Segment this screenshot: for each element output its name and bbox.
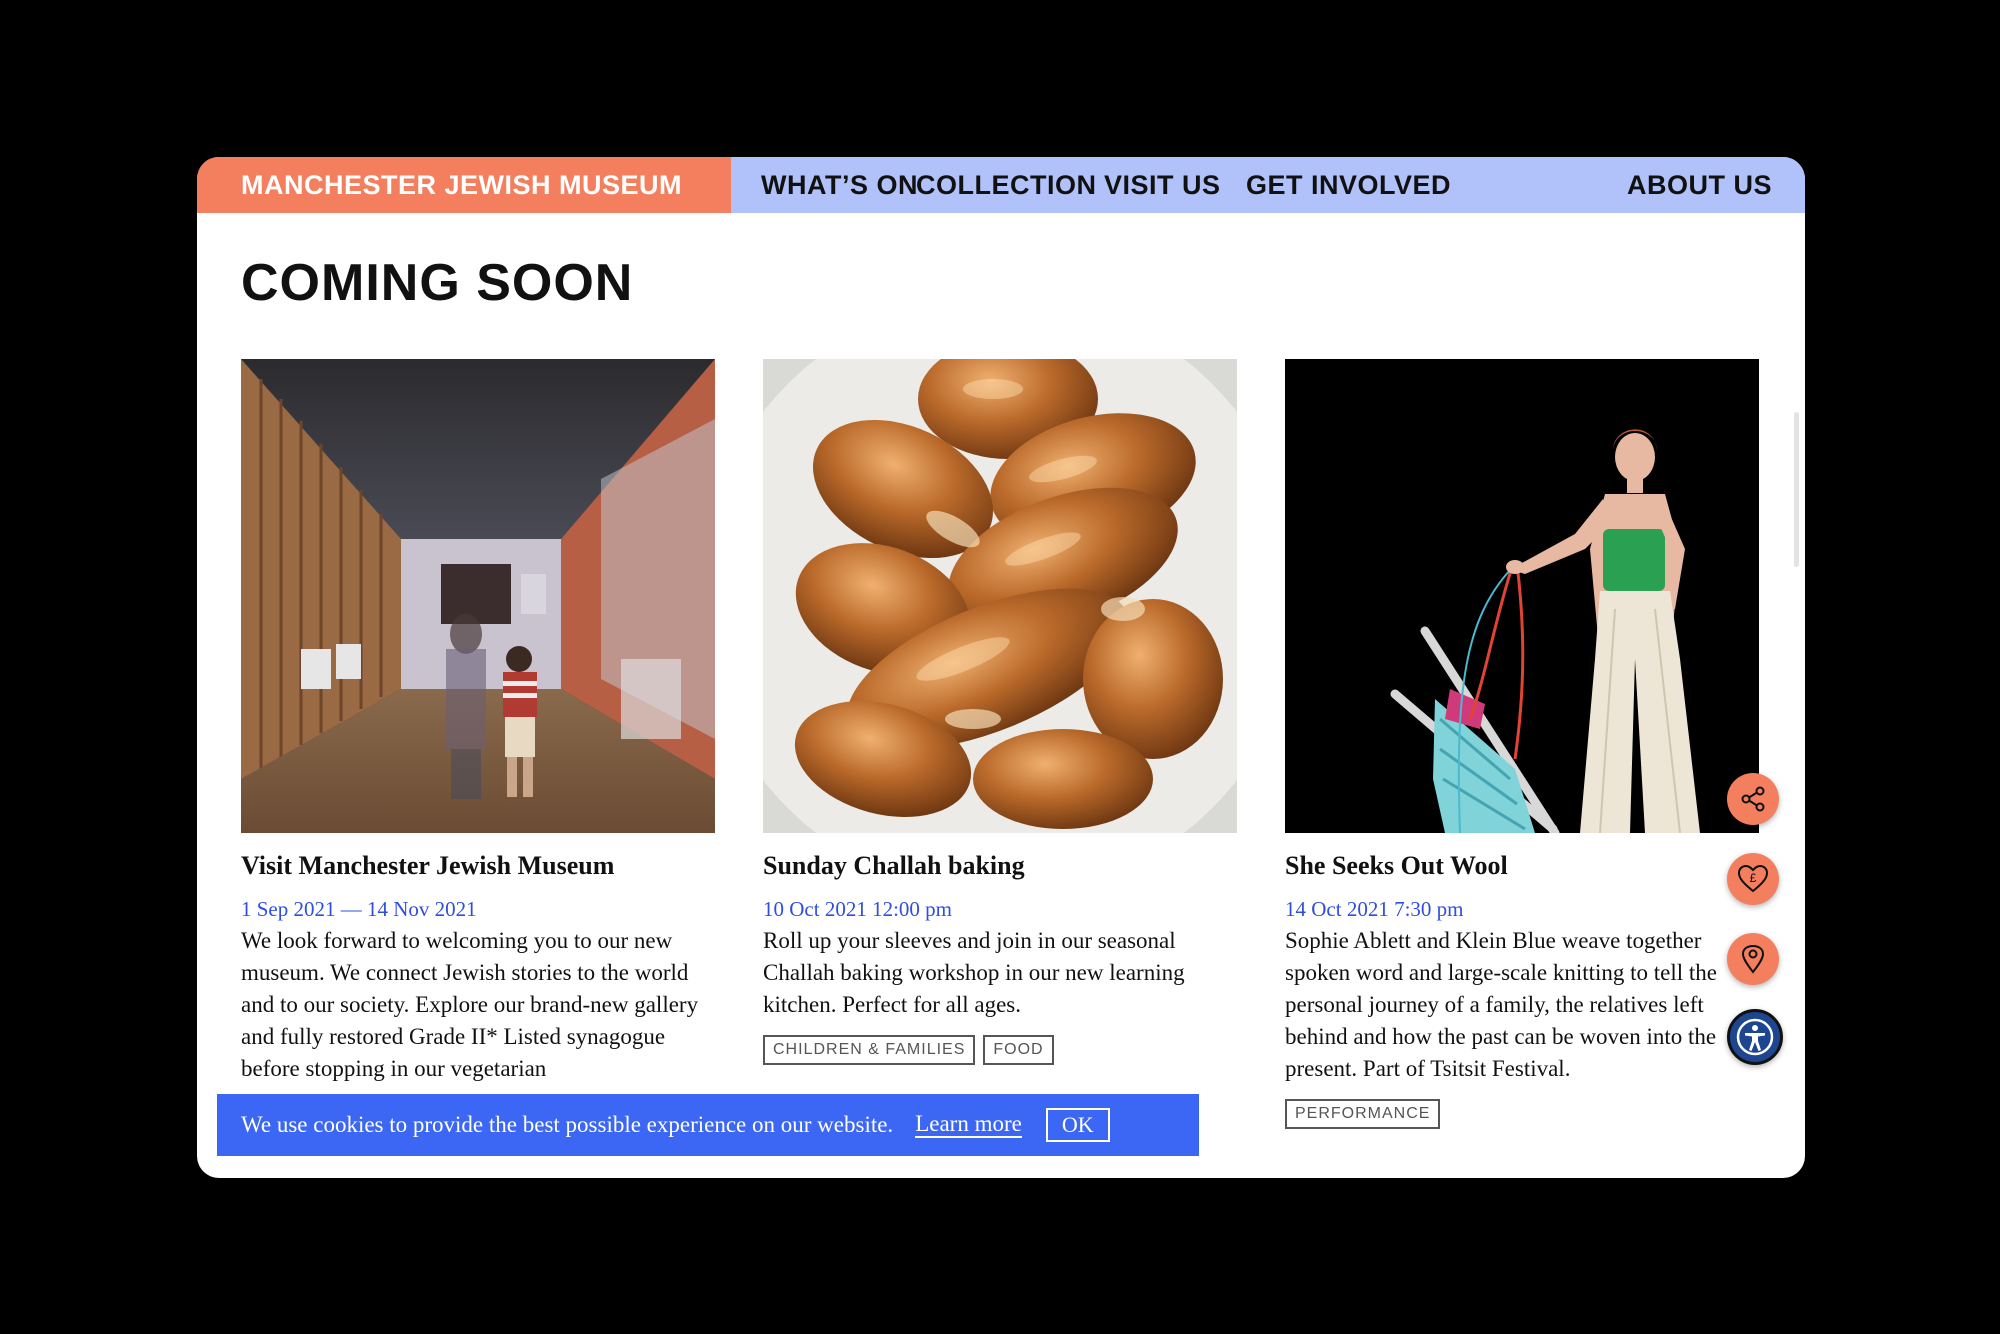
cookie-message: We use cookies to provide the best possi… bbox=[241, 1112, 894, 1137]
nav-collection[interactable]: COLLECTION bbox=[916, 157, 1097, 213]
cookie-learn-more-link[interactable]: Learn more bbox=[915, 1112, 1022, 1138]
event-description: We look forward to welcoming you to our … bbox=[241, 928, 699, 1081]
event-date: 1 Sep 2021 — 14 Nov 2021 bbox=[241, 897, 477, 921]
event-title[interactable]: Visit Manchester Jewish Museum bbox=[241, 849, 715, 883]
event-title[interactable]: Sunday Challah baking bbox=[763, 849, 1237, 883]
page-title: COMING SOON bbox=[241, 254, 634, 312]
scrollbar[interactable] bbox=[1794, 412, 1799, 567]
donate-heart-icon: £ bbox=[1737, 864, 1769, 893]
event-date: 14 Oct 2021 7:30 pm bbox=[1285, 897, 1464, 921]
event-image-knitting[interactable] bbox=[1285, 359, 1759, 833]
nav-menu: WHAT’S ON COLLECTION VISIT US GET INVOLV… bbox=[731, 157, 1805, 213]
svg-text:£: £ bbox=[1750, 871, 1757, 885]
event-title[interactable]: She Seeks Out Wool bbox=[1285, 849, 1759, 883]
event-card[interactable]: She Seeks Out Wool 14 Oct 2021 7:30 pm S… bbox=[1285, 359, 1759, 1129]
event-card[interactable]: Visit Manchester Jewish Museum 1 Sep 202… bbox=[241, 359, 715, 1085]
event-description: Roll up your sleeves and join in our sea… bbox=[763, 928, 1185, 1017]
event-card[interactable]: Sunday Challah baking 10 Oct 2021 12:00 … bbox=[763, 359, 1237, 1065]
nav-get-involved[interactable]: GET INVOLVED bbox=[1246, 157, 1451, 213]
tag-list: PERFORMANCE bbox=[1285, 1099, 1759, 1129]
tag-performance[interactable]: PERFORMANCE bbox=[1285, 1099, 1441, 1129]
location-pin-icon bbox=[1741, 944, 1765, 974]
nav-whats-on[interactable]: WHAT’S ON bbox=[761, 157, 918, 213]
accessibility-button[interactable] bbox=[1727, 1009, 1783, 1065]
event-image-challah[interactable] bbox=[763, 359, 1237, 833]
cookie-ok-button[interactable]: OK bbox=[1045, 1108, 1110, 1142]
event-image-gallery[interactable] bbox=[241, 359, 715, 833]
browser-window: MANCHESTER JEWISH MUSEUM WHAT’S ON COLLE… bbox=[197, 157, 1805, 1178]
donate-button[interactable]: £ bbox=[1727, 853, 1779, 905]
location-button[interactable] bbox=[1727, 933, 1779, 985]
share-icon bbox=[1741, 786, 1765, 812]
main-navigation: MANCHESTER JEWISH MUSEUM WHAT’S ON COLLE… bbox=[197, 157, 1805, 213]
nav-visit-us[interactable]: VISIT US bbox=[1104, 157, 1221, 213]
cookie-banner: We use cookies to provide the best possi… bbox=[217, 1094, 1199, 1156]
accessibility-icon bbox=[1736, 1018, 1774, 1056]
tag-list: CHILDREN & FAMILIES FOOD bbox=[763, 1035, 1237, 1065]
event-date: 10 Oct 2021 12:00 pm bbox=[763, 897, 952, 921]
share-button[interactable] bbox=[1727, 773, 1779, 825]
nav-about-us[interactable]: ABOUT US bbox=[1627, 157, 1772, 213]
tag-food[interactable]: FOOD bbox=[983, 1035, 1054, 1065]
event-description: Sophie Ablett and Klein Blue weave toget… bbox=[1285, 928, 1717, 1081]
brand-logo-link[interactable]: MANCHESTER JEWISH MUSEUM bbox=[197, 157, 731, 213]
tag-children-families[interactable]: CHILDREN & FAMILIES bbox=[763, 1035, 976, 1065]
